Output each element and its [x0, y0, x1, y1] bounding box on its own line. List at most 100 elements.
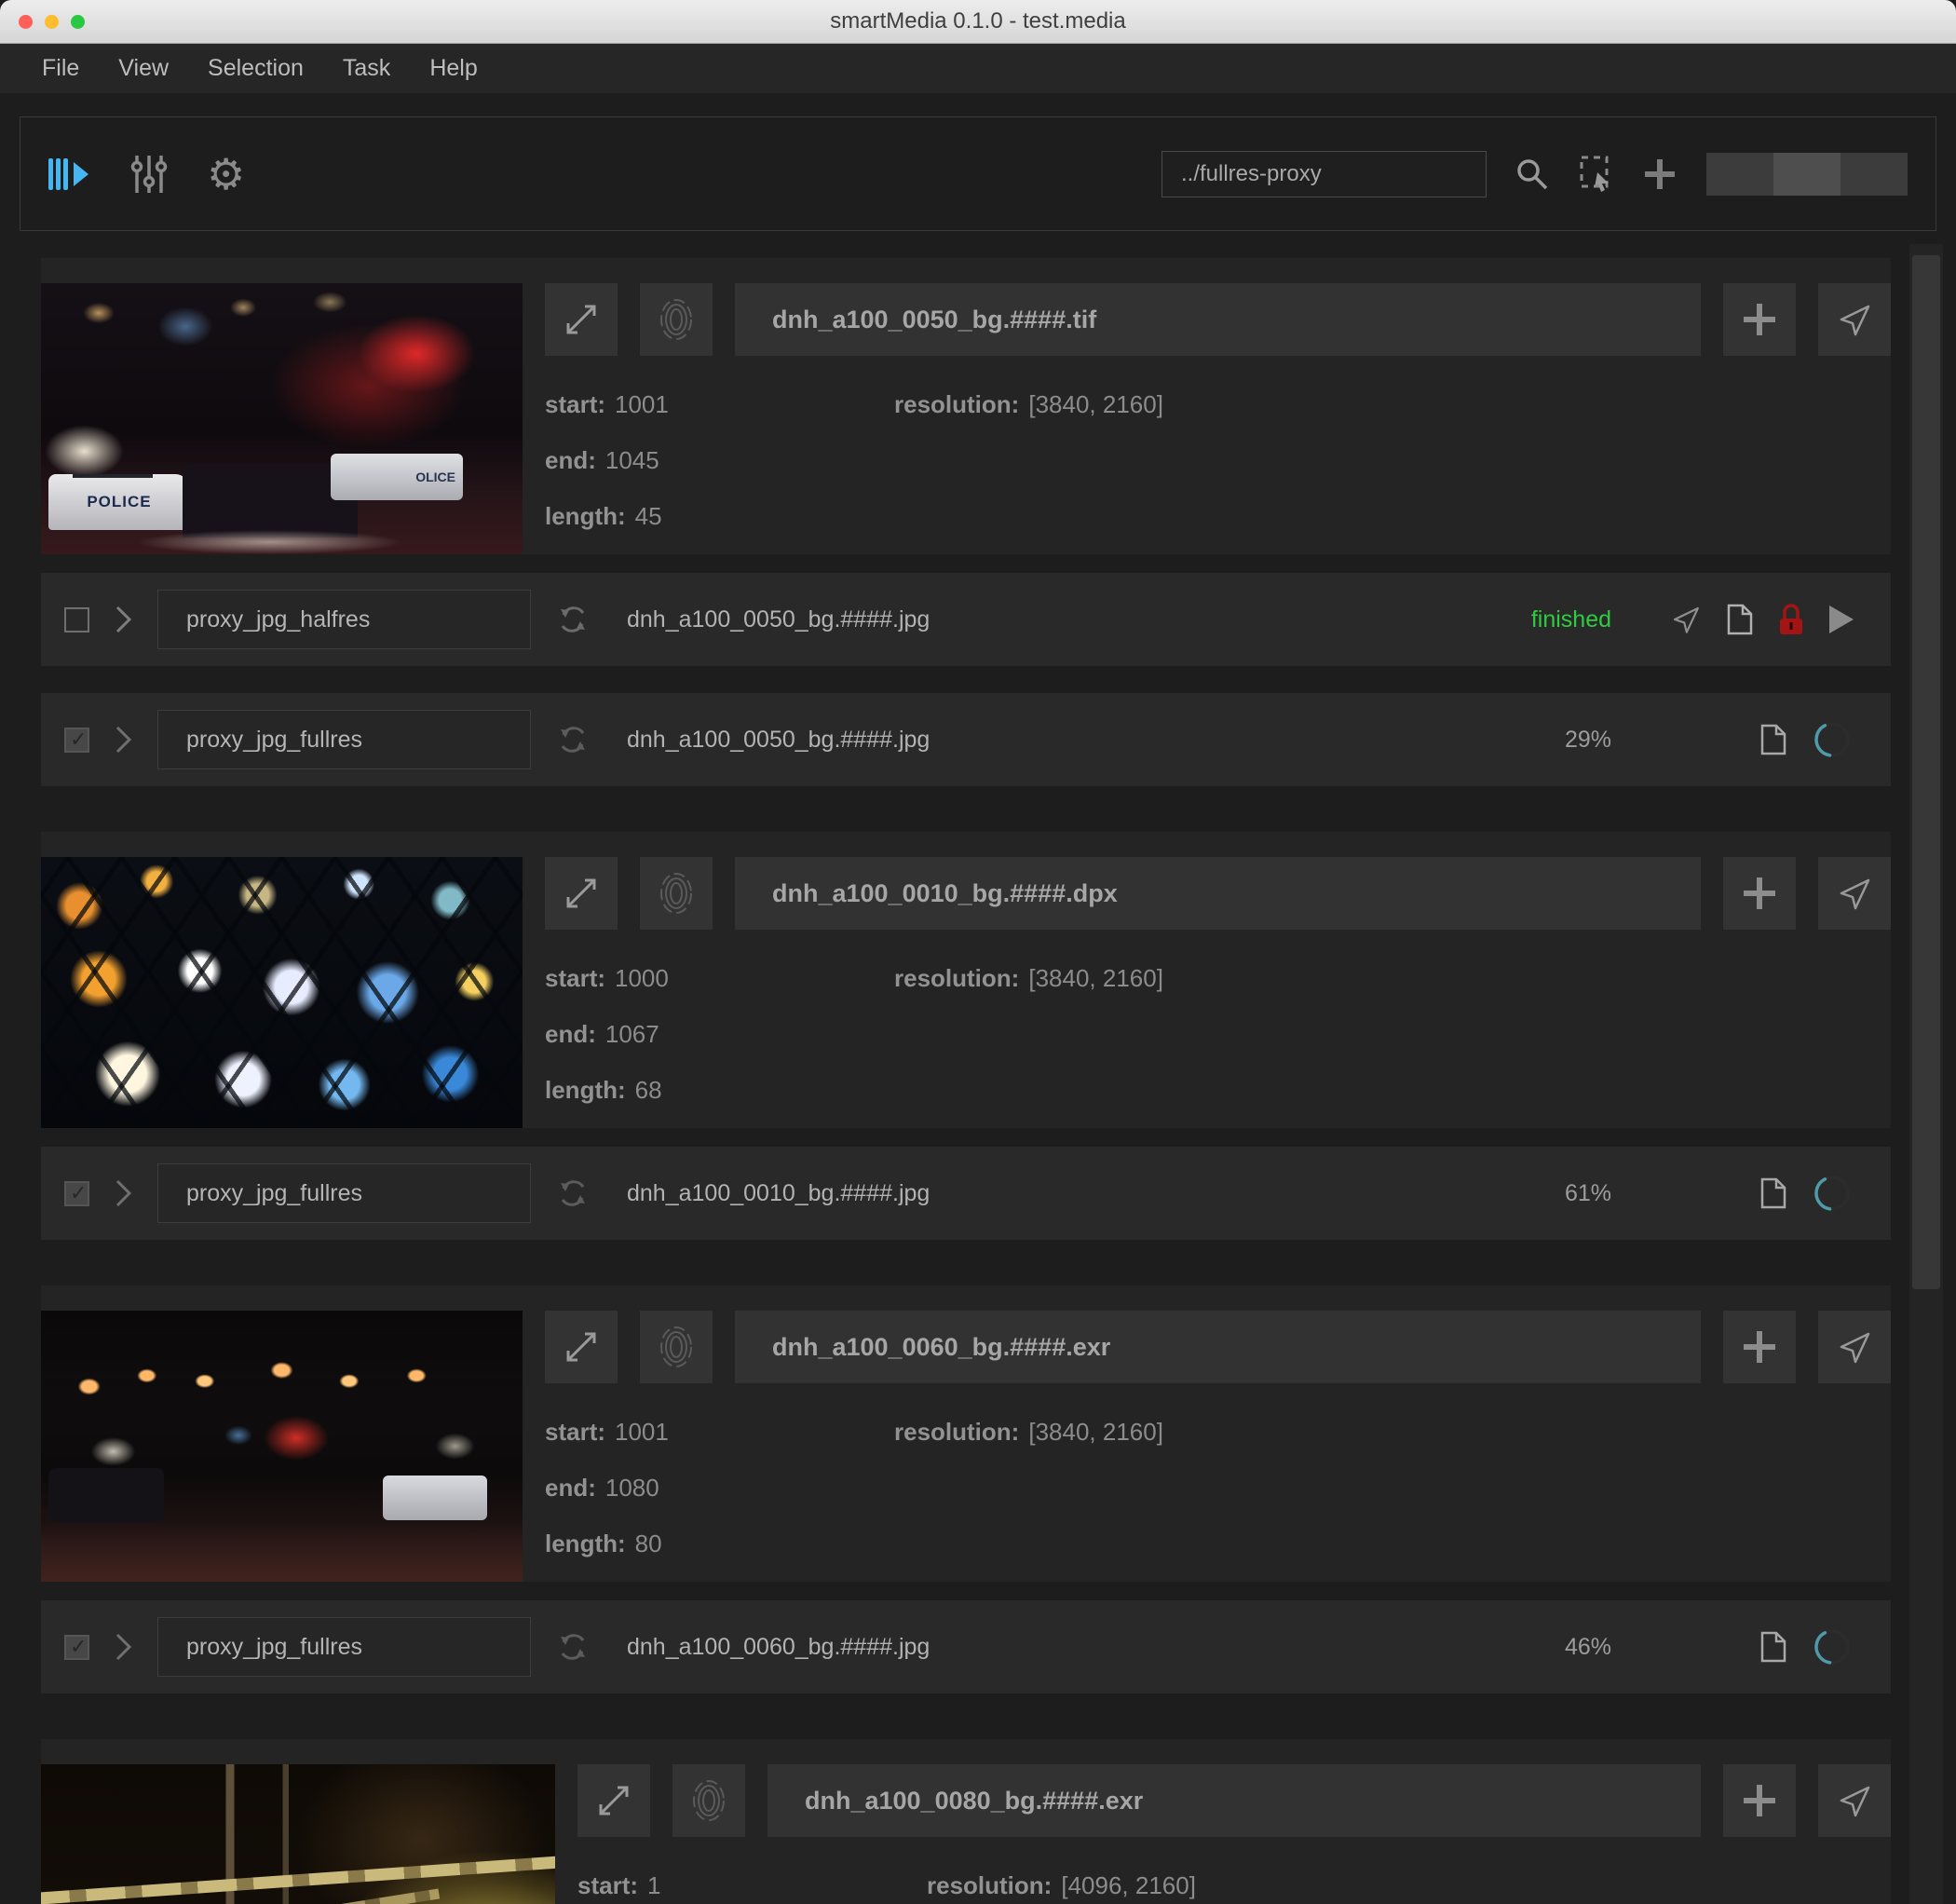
length-value: 68 [634, 1076, 662, 1104]
media-metadata: start: 1001 resolution: [3840, 2160] end: 1… [545, 376, 1891, 544]
lock-icon[interactable] [1777, 603, 1805, 637]
proxy-path-input[interactable]: ../fullres-proxy [1161, 150, 1487, 197]
media-item: POLICE OLICE dnh_a100_0050_bg.####.tif s… [41, 258, 1891, 786]
segment-widget[interactable] [1706, 152, 1908, 196]
task-row: proxy_jpg_fullres dnh_a100_0050_bg.####.… [41, 693, 1891, 786]
zoom-button[interactable] [71, 15, 85, 29]
task-progress: 46% [1564, 1633, 1611, 1660]
media-metadata: start: 1000 resolution: [3840, 2160] end: 1… [545, 950, 1891, 1118]
add-task-button[interactable] [1723, 857, 1796, 930]
refresh-icon[interactable] [556, 723, 590, 756]
fingerprint-button[interactable] [640, 857, 713, 930]
sliders-icon[interactable] [130, 154, 168, 195]
menu-help[interactable]: Help [410, 55, 496, 82]
fingerprint-button[interactable] [640, 1311, 713, 1383]
refresh-icon[interactable] [556, 603, 590, 636]
refresh-icon[interactable] [556, 1176, 590, 1210]
task-output-filename: dnh_a100_0060_bg.####.jpg [627, 1633, 930, 1660]
length-value: 80 [634, 1530, 662, 1557]
segment-2 [1773, 152, 1841, 196]
media-filename[interactable]: dnh_a100_0080_bg.####.exr [767, 1764, 1701, 1837]
task-checkbox[interactable] [64, 1634, 89, 1660]
progress-spinner [1811, 718, 1854, 761]
play-icon[interactable] [1829, 605, 1854, 633]
menu-selection[interactable]: Selection [188, 55, 323, 82]
chevron-right-icon[interactable] [115, 1632, 133, 1662]
end-label: end: [545, 446, 596, 474]
send-icon[interactable] [1669, 603, 1703, 636]
window-title: smartMedia 0.1.0 - test.media [830, 8, 1126, 34]
progress-spinner [1811, 1625, 1854, 1668]
send-button[interactable] [1818, 283, 1891, 356]
task-checkbox[interactable] [64, 1180, 89, 1206]
media-item: dnh_a100_0080_bg.####.exr start: 1 resolu… [41, 1739, 1891, 1904]
media-thumbnail[interactable] [41, 1764, 555, 1904]
task-name-input[interactable]: proxy_jpg_fullres [157, 1617, 531, 1677]
expand-button[interactable] [577, 1764, 650, 1837]
resolution-value: [3840, 2160] [1028, 390, 1163, 418]
task-name-input[interactable]: proxy_jpg_halfres [157, 590, 531, 649]
add-task-button[interactable] [1723, 283, 1796, 356]
task-output-filename: dnh_a100_0010_bg.####.jpg [627, 1179, 930, 1206]
chevron-right-icon[interactable] [115, 605, 133, 634]
media-filename[interactable]: dnh_a100_0050_bg.####.tif [735, 283, 1701, 356]
end-value: 1045 [604, 446, 659, 474]
resolution-value: [3840, 2160] [1028, 964, 1163, 992]
add-task-button[interactable] [1723, 1764, 1796, 1837]
fingerprint-button[interactable] [640, 283, 713, 356]
task-output-filename: dnh_a100_0050_bg.####.jpg [627, 605, 930, 632]
progress-spinner [1811, 1172, 1854, 1215]
media-metadata: start: 1001 resolution: [3840, 2160] end: 1… [545, 1404, 1891, 1571]
media-item-header: dnh_a100_0060_bg.####.exr start: 1001 res… [41, 1285, 1891, 1582]
chevron-right-icon[interactable] [115, 725, 133, 755]
fingerprint-button[interactable] [672, 1764, 745, 1837]
file-icon[interactable] [1760, 724, 1786, 755]
media-metadata: start: 1 resolution: [4096, 2160] [577, 1857, 1891, 1904]
columns-play-icon[interactable] [48, 157, 91, 191]
file-icon[interactable] [1760, 1177, 1786, 1209]
media-filename[interactable]: dnh_a100_0010_bg.####.dpx [735, 857, 1701, 930]
expand-button[interactable] [545, 1311, 618, 1383]
media-thumbnail[interactable] [41, 857, 523, 1128]
menu-task[interactable]: Task [323, 55, 410, 82]
add-icon[interactable] [1643, 157, 1677, 191]
gear-icon[interactable]: ⚙ [207, 153, 245, 196]
task-row: proxy_jpg_halfres dnh_a100_0050_bg.####.… [41, 573, 1891, 666]
chevron-right-icon[interactable] [115, 1178, 133, 1208]
menu-file[interactable]: File [22, 55, 99, 82]
send-button[interactable] [1818, 1764, 1891, 1837]
file-icon[interactable] [1760, 1631, 1786, 1663]
expand-button[interactable] [545, 857, 618, 930]
minimize-button[interactable] [45, 15, 59, 29]
menu-bar: File View Selection Task Help [0, 44, 1956, 93]
media-thumbnail[interactable]: POLICE OLICE [41, 283, 523, 554]
toolbar: ⚙ ../fullres-proxy [20, 116, 1936, 231]
start-label: start: [545, 1418, 606, 1446]
search-icon[interactable] [1515, 156, 1550, 192]
segment-1 [1706, 152, 1773, 196]
scrollbar-thumb[interactable] [1912, 255, 1940, 1289]
task-checkbox[interactable] [64, 727, 89, 753]
start-label: start: [577, 1871, 639, 1899]
media-item-header: dnh_a100_0080_bg.####.exr start: 1 resolu… [41, 1739, 1891, 1904]
add-task-button[interactable] [1723, 1311, 1796, 1383]
task-checkbox[interactable] [64, 606, 89, 632]
send-button[interactable] [1818, 1311, 1891, 1383]
file-icon[interactable] [1727, 604, 1753, 635]
expand-button[interactable] [545, 283, 618, 356]
traffic-lights [19, 15, 85, 29]
start-value: 1001 [615, 1418, 669, 1446]
task-name-input[interactable]: proxy_jpg_fullres [157, 710, 531, 769]
media-item-header: dnh_a100_0010_bg.####.dpx start: 1000 res… [41, 832, 1891, 1128]
refresh-icon[interactable] [556, 1630, 590, 1664]
media-filename[interactable]: dnh_a100_0060_bg.####.exr [735, 1311, 1701, 1383]
vertical-scrollbar[interactable] [1909, 244, 1943, 1904]
media-thumbnail[interactable] [41, 1311, 523, 1582]
task-name-input[interactable]: proxy_jpg_fullres [157, 1163, 531, 1223]
resolution-label: resolution: [894, 1418, 1020, 1446]
send-button[interactable] [1818, 857, 1891, 930]
close-button[interactable] [19, 15, 33, 29]
menu-view[interactable]: View [99, 55, 188, 82]
marquee-select-icon[interactable] [1578, 155, 1615, 194]
length-value: 45 [634, 502, 662, 530]
